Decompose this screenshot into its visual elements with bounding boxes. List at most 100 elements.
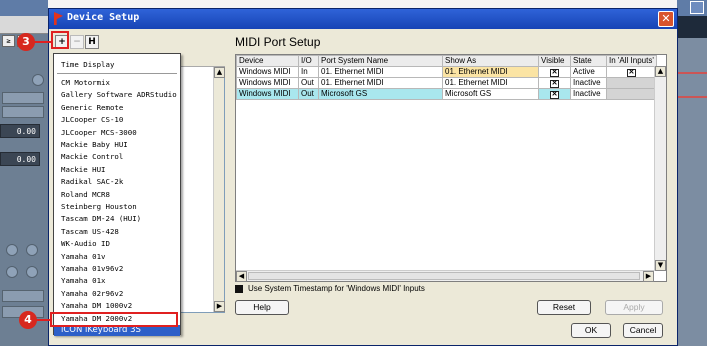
midi-port-table: Device I/O Port System Name Show As Visi… bbox=[236, 55, 657, 100]
menu-item[interactable]: JLCooper MCS-3000 bbox=[54, 126, 180, 139]
menu-item[interactable]: WK-Audio ID bbox=[54, 237, 180, 250]
help-button[interactable]: Help bbox=[235, 300, 289, 315]
menu-item[interactable]: CM Motormix bbox=[54, 76, 180, 89]
dialog-title: Device Setup bbox=[67, 12, 140, 23]
apply-button[interactable]: Apply bbox=[605, 300, 663, 315]
reset-button[interactable]: Reset bbox=[537, 300, 591, 315]
timestamp-checkbox[interactable] bbox=[235, 285, 243, 293]
menu-item[interactable]: Mackie Baby HUI bbox=[54, 138, 180, 151]
column-header[interactable]: Device bbox=[236, 55, 299, 67]
close-button[interactable]: ✕ bbox=[658, 11, 674, 27]
state-cell: Inactive bbox=[570, 77, 607, 89]
host-divider bbox=[677, 96, 707, 98]
visible-checkbox[interactable]: ✕ bbox=[550, 69, 559, 77]
host-value-field[interactable]: 0.00 bbox=[0, 152, 40, 166]
host-button[interactable] bbox=[2, 92, 44, 104]
visible-cell[interactable]: ✕ bbox=[538, 77, 571, 89]
scroll-up-icon[interactable]: ▲ bbox=[655, 66, 666, 77]
scroll-right-icon[interactable]: ▶ bbox=[643, 271, 654, 282]
menu-item[interactable]: Generic Remote bbox=[54, 101, 180, 114]
device-cell: Windows MIDI bbox=[236, 88, 299, 100]
device-list-scrollbar[interactable]: ▲ ▶ bbox=[213, 67, 225, 312]
callout-3-badge: 3 bbox=[17, 33, 35, 51]
visible-cell[interactable]: ✕ bbox=[538, 66, 571, 78]
io-cell: In bbox=[298, 66, 319, 78]
menu-item[interactable]: Yamaha 01v96v2 bbox=[54, 262, 180, 275]
host-button[interactable] bbox=[2, 290, 44, 302]
menu-item[interactable]: Tascam US-428 bbox=[54, 225, 180, 238]
column-header[interactable]: Visible bbox=[538, 55, 571, 67]
host-knob-icon[interactable] bbox=[26, 266, 38, 278]
table-header-row: Device I/O Port System Name Show As Visi… bbox=[236, 55, 657, 67]
device-setup-dialog: Device Setup ✕ + − H ▲ ▶ MIDI Port Setup… bbox=[48, 8, 678, 346]
host-tool-icon[interactable]: ≥ bbox=[2, 35, 15, 47]
device-dropdown-menu[interactable]: Time Display CM Motormix Gallery Software… bbox=[53, 53, 181, 336]
column-header[interactable]: In 'All Inputs' bbox=[606, 55, 657, 67]
app-logo-icon bbox=[54, 12, 63, 25]
menu-item[interactable]: Roland MCR8 bbox=[54, 188, 180, 201]
host-knob-icon[interactable] bbox=[26, 244, 38, 256]
menu-item[interactable]: Gallery Software ADRStudio bbox=[54, 88, 180, 101]
host-value-field[interactable]: 0.00 bbox=[0, 124, 40, 138]
timestamp-label: Use System Timestamp for 'Windows MIDI' … bbox=[248, 284, 425, 293]
menu-item[interactable]: Yamaha DM 1000v2 bbox=[54, 299, 180, 312]
table-row[interactable]: Windows MIDI Out 01. Ethernet MIDI 01. E… bbox=[236, 77, 657, 89]
port-cell: 01. Ethernet MIDI bbox=[318, 77, 443, 89]
menu-item[interactable]: Mackie HUI bbox=[54, 163, 180, 176]
host-divider bbox=[677, 72, 707, 74]
cancel-button[interactable]: Cancel bbox=[623, 323, 663, 338]
callout-3-highlight bbox=[51, 31, 69, 49]
menu-item[interactable]: Radikal SAC-2k bbox=[54, 175, 180, 188]
menu-item[interactable]: Yamaha 02r96v2 bbox=[54, 287, 180, 300]
state-cell: Inactive bbox=[570, 88, 607, 100]
host-display bbox=[677, 16, 707, 38]
scroll-right-icon[interactable]: ▶ bbox=[214, 301, 225, 312]
column-header[interactable]: State bbox=[570, 55, 607, 67]
midi-port-grid[interactable]: Device I/O Port System Name Show As Visi… bbox=[235, 54, 667, 282]
column-header[interactable]: Show As bbox=[442, 55, 539, 67]
column-header[interactable]: I/O bbox=[298, 55, 319, 67]
show-as-cell[interactable]: Microsoft GS bbox=[442, 88, 539, 100]
column-header[interactable]: Port System Name bbox=[318, 55, 443, 67]
menu-item[interactable]: Yamaha 01x bbox=[54, 274, 180, 287]
table-row[interactable]: Windows MIDI Out Microsoft GS Microsoft … bbox=[236, 88, 657, 100]
scroll-down-icon[interactable]: ▼ bbox=[655, 260, 666, 271]
host-knob-icon[interactable] bbox=[6, 244, 18, 256]
reset-device-button[interactable]: H bbox=[85, 35, 99, 49]
all-inputs-cell[interactable]: ✕ bbox=[606, 66, 657, 78]
table-row[interactable]: Windows MIDI In 01. Ethernet MIDI 01. Et… bbox=[236, 66, 657, 78]
io-cell: Out bbox=[298, 77, 319, 89]
menu-item[interactable]: Yamaha 01v bbox=[54, 250, 180, 263]
remove-device-button[interactable]: − bbox=[70, 35, 84, 49]
dialog-titlebar[interactable]: Device Setup ✕ bbox=[49, 9, 677, 29]
device-cell: Windows MIDI bbox=[236, 77, 299, 89]
menu-separator bbox=[57, 73, 177, 74]
host-app-titlebar bbox=[0, 0, 48, 16]
host-knob-icon[interactable] bbox=[6, 266, 18, 278]
ok-button[interactable]: OK bbox=[571, 323, 611, 338]
host-app-toolbar: ≥ 팝 bbox=[0, 16, 48, 47]
grid-vertical-scrollbar[interactable]: ▲ ▼ bbox=[654, 66, 666, 271]
host-button[interactable] bbox=[2, 106, 44, 118]
visible-checkbox[interactable]: ✕ bbox=[550, 91, 559, 99]
show-as-cell[interactable]: 01. Ethernet MIDI bbox=[442, 77, 539, 89]
scroll-thumb[interactable] bbox=[248, 272, 640, 280]
callout-3-connector bbox=[34, 41, 52, 43]
host-knob-icon[interactable] bbox=[32, 74, 44, 86]
menu-item[interactable]: JLCooper CS-10 bbox=[54, 113, 180, 126]
menu-item-time-display[interactable]: Time Display bbox=[54, 58, 180, 71]
menu-item[interactable]: Steinberg Houston bbox=[54, 200, 180, 213]
grid-horizontal-scrollbar[interactable]: ◀ ▶ bbox=[236, 270, 654, 282]
scroll-up-icon[interactable]: ▲ bbox=[214, 67, 225, 78]
io-cell: Out bbox=[298, 88, 319, 100]
host-window-button[interactable] bbox=[690, 1, 704, 14]
visible-cell[interactable]: ✕ bbox=[538, 88, 571, 100]
host-app-right-panel bbox=[677, 0, 707, 346]
all-inputs-cell bbox=[606, 88, 657, 100]
all-inputs-checkbox[interactable]: ✕ bbox=[626, 69, 636, 77]
menu-item[interactable]: Tascam DM-24 (HUI) bbox=[54, 212, 180, 225]
scroll-left-icon[interactable]: ◀ bbox=[236, 271, 247, 282]
menu-item[interactable]: Mackie Control bbox=[54, 150, 180, 163]
show-as-cell[interactable]: 01. Ethernet MIDI bbox=[442, 66, 539, 78]
visible-checkbox[interactable]: ✕ bbox=[550, 80, 559, 88]
